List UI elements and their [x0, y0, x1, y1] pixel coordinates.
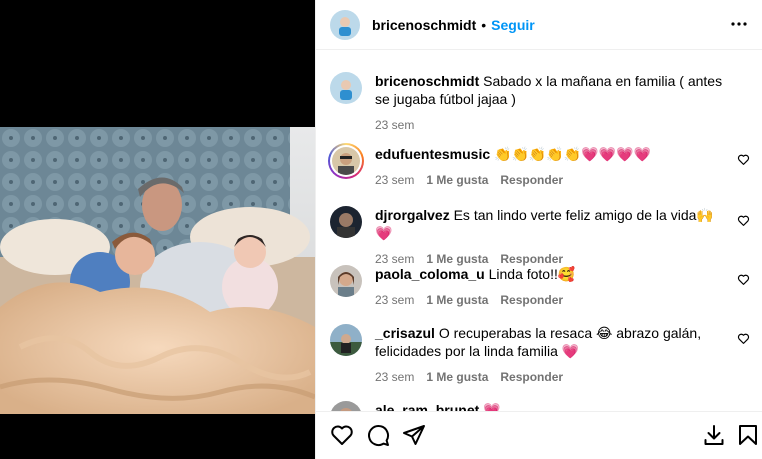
reply-button[interactable]: Responder — [500, 291, 563, 309]
commenter-username[interactable]: ale_ram_brunet — [375, 402, 479, 411]
post-header: bricenoschmidt • Seguir — [316, 0, 762, 50]
comment-icon[interactable] — [366, 423, 390, 447]
commenter-avatar[interactable] — [332, 147, 360, 175]
comment-body: edufuentesmusic 👏👏👏👏👏💗💗💗💗 23 sem 1 Me gu… — [375, 145, 723, 189]
post-media — [0, 0, 315, 459]
comment-likes[interactable]: 1 Me gusta — [426, 368, 488, 386]
comment-likes[interactable]: 1 Me gusta — [426, 171, 488, 189]
heart-icon[interactable] — [737, 332, 750, 345]
commenter-avatar[interactable] — [330, 265, 362, 297]
comment-time[interactable]: 23 sem — [375, 291, 414, 309]
story-ring[interactable] — [328, 143, 364, 179]
caption-time[interactable]: 23 sem — [375, 116, 414, 134]
caption-body: bricenoschmidt Sabado x la mañana en fam… — [375, 72, 723, 134]
heart-icon[interactable] — [330, 423, 354, 447]
heart-icon[interactable] — [737, 273, 750, 286]
commenter-username[interactable]: paola_coloma_u — [375, 266, 485, 282]
comment-text: 👏👏👏👏👏💗💗💗💗 — [494, 146, 651, 162]
caption-author-avatar[interactable] — [330, 72, 362, 104]
comment-body: _crisazul O recuperabas la resaca 😂 abra… — [375, 324, 723, 386]
comment-body: paola_coloma_u Linda foto!!🥰 23 sem 1 Me… — [375, 265, 723, 309]
action-bar — [316, 411, 762, 459]
comment-time[interactable]: 23 sem — [375, 171, 414, 189]
author-avatar[interactable] — [330, 9, 360, 40]
commenter-username[interactable]: edufuentesmusic — [375, 146, 490, 162]
share-icon[interactable] — [402, 423, 426, 447]
bookmark-icon[interactable] — [736, 423, 760, 447]
commenter-username[interactable]: djrorgalvez — [375, 207, 450, 223]
commenter-avatar[interactable] — [330, 324, 362, 356]
commenter-username[interactable]: _crisazul — [375, 325, 435, 341]
author-username[interactable]: bricenoschmidt — [372, 17, 476, 33]
more-options-icon[interactable] — [729, 14, 749, 34]
comment-body: djrorgalvez Es tan lindo verte feliz ami… — [375, 206, 723, 268]
follow-button[interactable]: Seguir — [491, 17, 535, 33]
reply-button[interactable]: Responder — [500, 368, 563, 386]
heart-icon[interactable] — [737, 153, 750, 166]
comment-text: 💗 — [483, 402, 501, 411]
download-icon[interactable] — [702, 423, 726, 447]
comment-time[interactable]: 23 sem — [375, 368, 414, 386]
reply-button[interactable]: Responder — [500, 171, 563, 189]
post-photo[interactable] — [0, 127, 315, 414]
separator-dot: • — [481, 16, 487, 33]
commenter-avatar[interactable] — [330, 401, 362, 411]
post-panel: bricenoschmidt • Seguir bricenoschmidt S… — [315, 0, 762, 459]
commenter-avatar[interactable] — [330, 206, 362, 238]
comments-list[interactable]: bricenoschmidt Sabado x la mañana en fam… — [316, 51, 762, 411]
comment-text: Linda foto!!🥰 — [488, 266, 576, 282]
comment-likes[interactable]: 1 Me gusta — [426, 291, 488, 309]
caption-author[interactable]: bricenoschmidt — [375, 73, 479, 89]
heart-icon[interactable] — [737, 214, 750, 227]
comment-body: ale_ram_brunet 💗 — [375, 401, 723, 411]
